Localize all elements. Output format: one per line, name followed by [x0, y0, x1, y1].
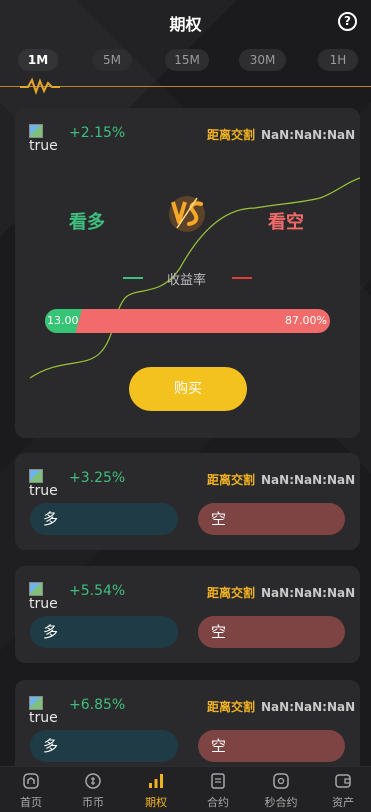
coin-image: true [29, 124, 59, 158]
coin-image: true [29, 696, 59, 730]
bar-chart-icon [149, 774, 163, 788]
countdown: 距离交割 NaN:NaN:NaN [207, 471, 355, 488]
nav-home-label: 首页 [20, 796, 42, 809]
long-label: 看多 [69, 212, 105, 233]
countdown-label: 距离交割 [207, 128, 256, 142]
ratio-bar: 13.00 87.00% [45, 309, 330, 333]
wallet-icon [335, 774, 351, 788]
nav-options[interactable]: 期权 [130, 767, 182, 812]
broken-image-icon [29, 124, 43, 138]
countdown-label: 距离交割 [207, 586, 256, 600]
vs-icon [169, 196, 205, 232]
nav-options-label: 期权 [145, 796, 167, 809]
main-option-card: true +2.15% 距离交割 NaN:NaN:NaN 看多 看空 收益率 13… [15, 108, 360, 438]
option-card: true +6.85% 距离交割 NaN:NaN:NaN 多 空 [15, 680, 360, 777]
broken-image-icon [29, 582, 43, 596]
countdown-value: NaN:NaN:NaN [261, 473, 356, 487]
legend-long-line [123, 277, 143, 279]
nav-contract[interactable]: 合约 [192, 767, 244, 812]
coin-image-alt: true [29, 138, 58, 154]
countdown-value: NaN:NaN:NaN [261, 700, 356, 714]
countdown: 距离交割 NaN:NaN:NaN [207, 698, 355, 715]
coin-image: true [29, 469, 59, 503]
broken-image-icon [29, 469, 43, 483]
countdown-value: NaN:NaN:NaN [261, 586, 356, 600]
tab-30m[interactable]: 30M [239, 49, 286, 71]
nav-assets-label: 资产 [332, 796, 354, 809]
pulse-icon [20, 77, 60, 95]
countdown-label: 距离交割 [207, 473, 256, 487]
long-button[interactable]: 多 [30, 730, 178, 762]
question-circle-icon[interactable]: ? [338, 12, 357, 31]
countdown: 距离交割 NaN:NaN:NaN [207, 126, 355, 143]
option-card: true +5.54% 距离交割 NaN:NaN:NaN 多 空 [15, 566, 360, 663]
nav-coin[interactable]: 币币 [67, 767, 119, 812]
countdown-value: NaN:NaN:NaN [261, 128, 356, 142]
tab-5m[interactable]: 5M [92, 49, 132, 71]
bottom-nav: 首页 币币 期权 合约 秒合约 资产 [0, 766, 371, 812]
coin-image-alt: true [29, 710, 58, 726]
nav-second-contract[interactable]: 秒合约 [255, 767, 307, 812]
legend-short-line [232, 277, 252, 279]
countdown-label: 距离交割 [207, 700, 256, 714]
change-percent: +5.54% [69, 583, 126, 599]
tab-1h[interactable]: 1H [318, 49, 358, 71]
broken-image-icon [29, 696, 43, 710]
coin-image: true [29, 582, 59, 616]
short-button[interactable]: 空 [198, 503, 345, 535]
short-ratio-text: 87.00% [285, 314, 327, 327]
nav-contract-label: 合约 [207, 796, 229, 809]
page-header: 期权 ? [0, 0, 371, 44]
long-ratio-text: 13.00 [47, 314, 79, 327]
short-button[interactable]: 空 [198, 730, 345, 762]
target-icon [273, 773, 289, 789]
nav-assets[interactable]: 资产 [317, 767, 369, 812]
home-icon [23, 773, 39, 789]
option-card: true +3.25% 距离交割 NaN:NaN:NaN 多 空 [15, 453, 360, 550]
long-button[interactable]: 多 [30, 503, 178, 535]
nav-home[interactable]: 首页 [5, 767, 57, 812]
change-percent: +3.25% [69, 470, 126, 486]
period-tabs: 1M 5M 15M 30M 1H [0, 49, 371, 71]
countdown: 距离交割 NaN:NaN:NaN [207, 584, 355, 601]
long-button[interactable]: 多 [30, 616, 178, 648]
page-title: 期权 [169, 15, 202, 34]
coin-icon [85, 773, 101, 789]
buy-button[interactable]: 购买 [129, 367, 247, 411]
short-button[interactable]: 空 [198, 616, 345, 648]
change-percent: +6.85% [69, 697, 126, 713]
tab-15m[interactable]: 15M [165, 49, 209, 71]
nav-second-contract-label: 秒合约 [264, 796, 298, 809]
coin-image-alt: true [29, 596, 58, 612]
contract-icon [211, 773, 225, 789]
coin-image-alt: true [29, 483, 58, 499]
legend-label: 收益率 [167, 273, 207, 288]
change-percent: +2.15% [69, 125, 126, 141]
nav-coin-label: 币币 [82, 796, 104, 809]
tab-1m[interactable]: 1M [18, 49, 58, 71]
short-label: 看空 [268, 212, 304, 233]
